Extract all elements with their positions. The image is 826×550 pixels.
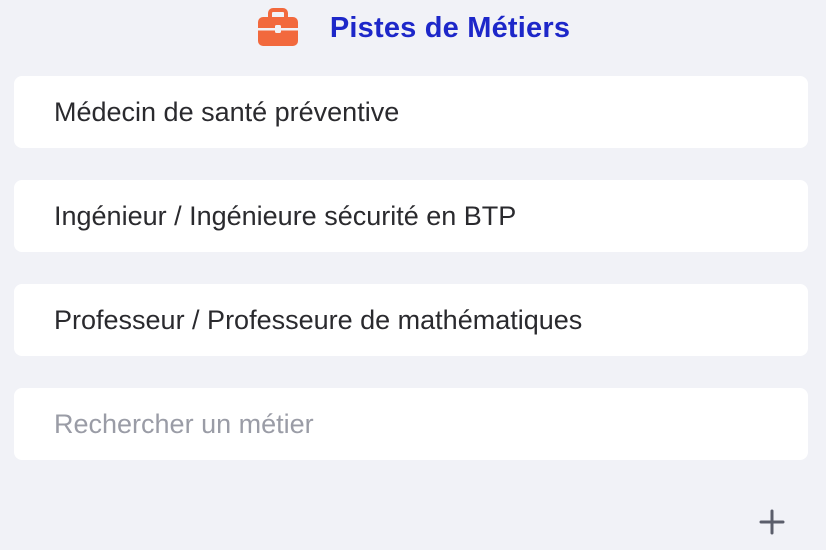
plus-icon	[759, 509, 785, 535]
job-item[interactable]: Médecin de santé préventive	[14, 76, 808, 148]
page-title: Pistes de Métiers	[329, 11, 571, 44]
job-item-label: Professeur / Professeure de mathématique…	[54, 304, 583, 335]
search-job-input[interactable]	[14, 388, 808, 460]
briefcase-icon	[257, 8, 298, 46]
job-item[interactable]: Ingénieur / Ingénieure sécurité en BTP	[14, 180, 808, 252]
section-header: Pistes de Métiers	[0, 6, 826, 50]
job-item-label: Médecin de santé préventive	[54, 96, 400, 127]
header-content: Pistes de Métiers	[256, 8, 570, 48]
job-item-label: Ingénieur / Ingénieure sécurité en BTP	[54, 200, 517, 231]
add-job-button[interactable]	[756, 506, 788, 538]
job-item[interactable]: Professeur / Professeure de mathématique…	[14, 284, 808, 356]
